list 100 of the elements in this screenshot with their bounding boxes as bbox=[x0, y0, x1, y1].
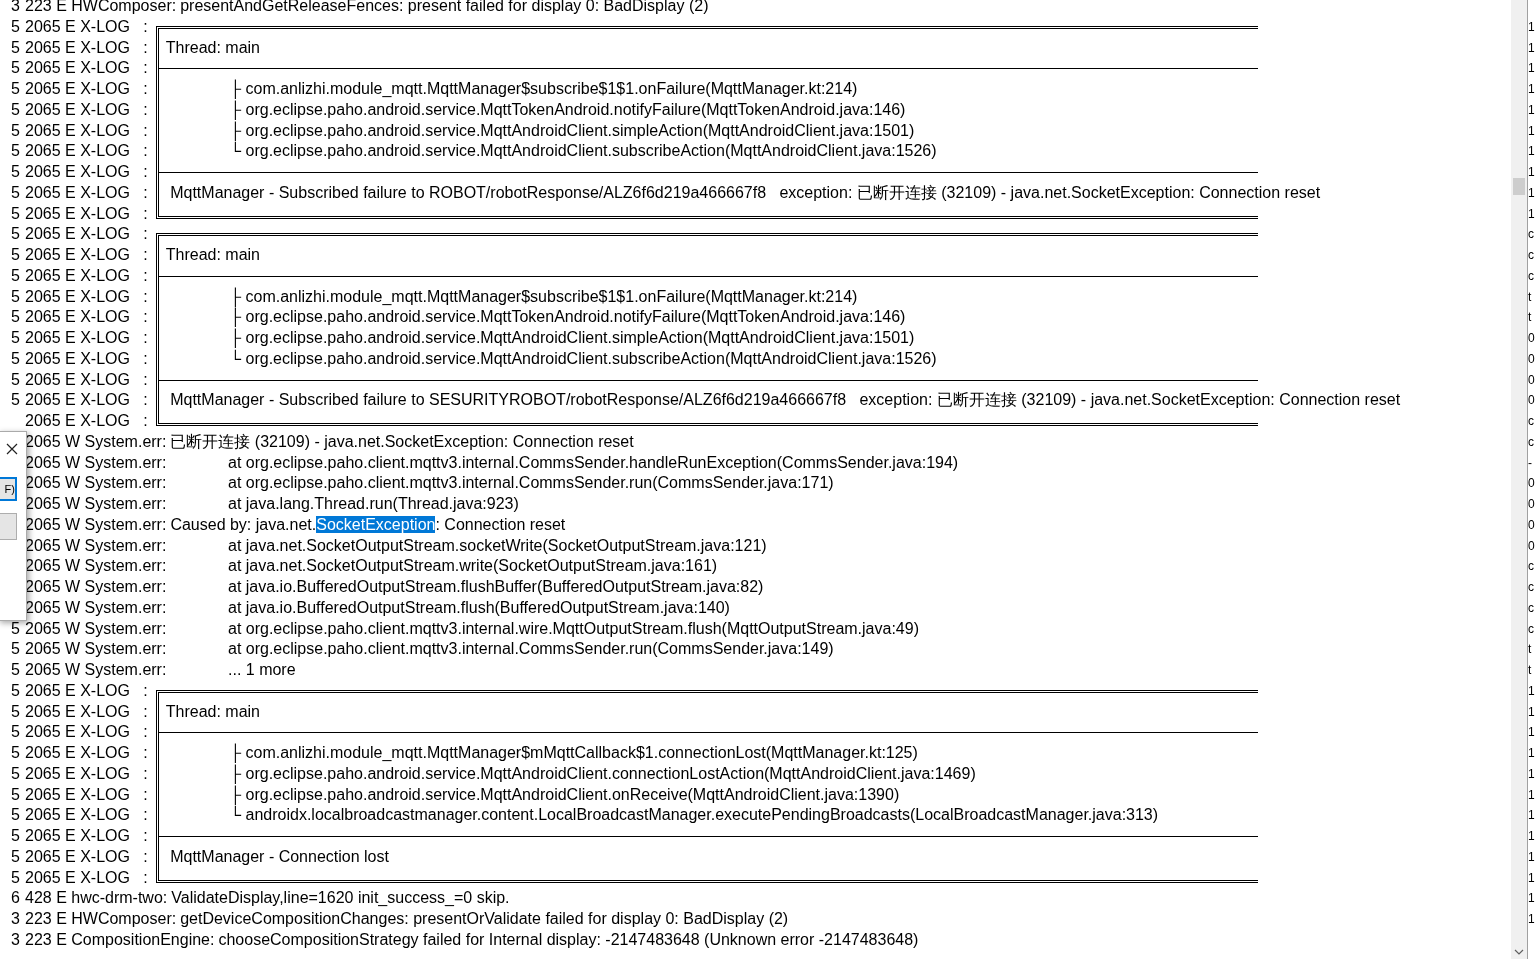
dialog-button[interactable]: F) bbox=[0, 477, 17, 501]
log-message: at org.eclipse.paho.client.mqttv3.internal.CommsSender.run(CommsSender.java:149) bbox=[228, 639, 834, 660]
log-text-fragment: 0 bbox=[1528, 393, 1535, 408]
dialog-button[interactable] bbox=[0, 513, 17, 540]
log-header: 2065 E X-LOG : bbox=[25, 286, 148, 307]
log-text-fragment: 0 bbox=[1528, 372, 1535, 387]
log-message: ├ org.eclipse.paho.android.service.MqttAndroidClient.onReceive(MqttAndroidClient.java:1390) bbox=[229, 784, 900, 806]
log-text-fragment: 1 bbox=[1528, 19, 1535, 34]
log-message: at java.net.SocketOutputStream.socketWrite(SocketOutputStream.java:121) bbox=[228, 535, 767, 556]
log-header: 2065 E X-LOG : bbox=[25, 182, 148, 203]
scrollbar-thumb[interactable] bbox=[1513, 178, 1525, 195]
log-prefix: 5 bbox=[10, 141, 20, 162]
log-message: ├ org.eclipse.paho.android.service.MqttAndroidClient.connectionLostAction(MqttAndroidClient.java:1469) bbox=[229, 763, 976, 784]
log-header: 2065 E X-LOG : bbox=[25, 307, 148, 328]
log-header: 223 E HWComposer: bbox=[25, 0, 177, 16]
log-prefix: 5 bbox=[10, 16, 20, 37]
log-header: 2065 E X-LOG : bbox=[25, 348, 148, 369]
log-header: 2065 W System.err: bbox=[25, 494, 168, 514]
scroll-down-icon[interactable] bbox=[1514, 949, 1524, 955]
log-prefix: 5 bbox=[10, 784, 20, 805]
log-message: MqttManager - Subscribed failure to SESURITYROBOT/robotResponse/ALZ6f6d219a466667f8 exception: 已断开连接 (32109) - java.net.SocketException: Connection reset bbox=[169, 390, 1401, 411]
log-prefix: 5 bbox=[10, 867, 20, 888]
log-text-fragment: 1 bbox=[1528, 870, 1535, 885]
log-prefix: 3 bbox=[10, 909, 20, 929]
log-header: 2065 W System.err: bbox=[25, 556, 168, 577]
log-header: 2065 W System.err: bbox=[25, 577, 168, 597]
log-prefix: 6 bbox=[10, 888, 20, 909]
log-prefix: 5 bbox=[10, 639, 20, 660]
log-header: 2065 W System.err: bbox=[25, 452, 168, 473]
log-header: 2065 W System.err: bbox=[25, 639, 168, 660]
close-icon[interactable] bbox=[6, 443, 18, 455]
log-text-fragment: c bbox=[1528, 268, 1534, 283]
log-header: 2065 E X-LOG : bbox=[25, 369, 148, 390]
log-text-fragment: - bbox=[1528, 455, 1532, 470]
log-message: Thread: main bbox=[165, 701, 260, 722]
log-message: at java.lang.Thread.run(Thread.java:923) bbox=[228, 494, 519, 514]
log-text-fragment: c bbox=[1528, 580, 1534, 594]
log-message: ├ com.anlizhi.module_mqtt.MqttManager$subscribe$1$1.onFailure(MqttManager.kt:214) bbox=[229, 286, 858, 308]
log-text-fragment: c bbox=[1528, 227, 1534, 242]
log-prefix: 5 bbox=[10, 182, 20, 203]
log-text-fragment: 1 bbox=[1528, 102, 1535, 117]
log-message: Caused by: java.net.SocketException: Connection reset bbox=[170, 514, 566, 535]
log-header: 2065 E X-LOG : bbox=[25, 701, 148, 722]
log-header: 2065 W System.err: bbox=[25, 431, 167, 452]
log-text-fragment: 1 bbox=[1528, 61, 1535, 76]
log-prefix: 3 bbox=[10, 929, 20, 950]
log-text-fragment: 0 bbox=[1528, 517, 1535, 532]
log-message: 已断开连接 (32109) - java.net.SocketException: Connection reset bbox=[170, 431, 634, 452]
log-prefix: 5 bbox=[10, 826, 20, 846]
log-message: at java.io.BufferedOutputStream.flushBuffer(BufferedOutputStream.java:82) bbox=[228, 577, 764, 597]
log-prefix: 5 bbox=[10, 348, 20, 369]
log-header: 2065 E X-LOG : bbox=[25, 722, 148, 743]
log-prefix: 5 bbox=[10, 390, 20, 411]
log-text-fragment: 1 bbox=[1528, 704, 1535, 719]
log-prefix: 5 bbox=[10, 369, 20, 390]
log-message: at java.net.SocketOutputStream.write(SocketOutputStream.java:161) bbox=[228, 556, 718, 577]
log-text-fragment: 1 bbox=[1528, 144, 1535, 159]
log-text-fragment: 0 bbox=[1528, 351, 1535, 366]
log-text-fragment: 1 bbox=[1528, 849, 1535, 864]
log-text-fragment: 0 bbox=[1528, 331, 1535, 345]
log-prefix: 5 bbox=[10, 328, 20, 348]
log-text-fragment: 1 bbox=[1528, 912, 1535, 926]
log-prefix: 5 bbox=[10, 265, 20, 286]
log-prefix: 5 bbox=[10, 701, 20, 722]
log-prefix: 5 bbox=[10, 37, 20, 58]
log-header: 2065 W System.err: bbox=[25, 660, 168, 680]
log-message: Thread: main bbox=[165, 245, 260, 265]
log-text-fragment: 0 bbox=[1528, 476, 1535, 491]
log-header: 2065 W System.err: bbox=[25, 514, 167, 535]
log-header: 2065 E X-LOG : bbox=[25, 99, 148, 120]
log-header: 2065 E X-LOG : bbox=[25, 58, 148, 79]
log-header: 2065 E X-LOG : bbox=[25, 743, 148, 763]
log-text-fragment: 1 bbox=[1528, 165, 1535, 179]
log-message: ... 1 more bbox=[228, 660, 296, 680]
log-text-fragment: 1 bbox=[1528, 206, 1535, 221]
scrollbar[interactable] bbox=[1511, 0, 1527, 959]
log-header: 2065 E X-LOG : bbox=[25, 79, 148, 99]
log-message: └ org.eclipse.paho.android.service.MqttAndroidClient.subscribeAction(MqttAndroidClient.java:1526) bbox=[229, 348, 937, 369]
log-header: 2065 W System.err: bbox=[25, 535, 168, 556]
log-text-fragment: 1 bbox=[1528, 185, 1535, 200]
log-header: 2065 E X-LOG : bbox=[25, 411, 148, 431]
log-text-fragment: 1 bbox=[1528, 123, 1535, 138]
log-header: 2065 E X-LOG : bbox=[25, 390, 148, 411]
log-header: 2065 E X-LOG : bbox=[25, 328, 148, 348]
log-text-fragment: 1 bbox=[1528, 82, 1535, 96]
log-prefix: 5 bbox=[10, 224, 20, 245]
log-prefix: 5 bbox=[10, 120, 20, 141]
log-message: Thread: main bbox=[165, 37, 260, 58]
log-header: 2065 E X-LOG : bbox=[25, 826, 148, 846]
log-message: └ org.eclipse.paho.android.service.MqttAndroidClient.subscribeAction(MqttAndroidClient.java:1526) bbox=[229, 141, 937, 162]
log-header: 2065 E X-LOG : bbox=[25, 245, 148, 265]
log-message: ValidateDisplay,line=1620 init_success_=0 skip. bbox=[171, 888, 510, 909]
log-message: ├ org.eclipse.paho.android.service.MqttTokenAndroid.notifyFailure(MqttTokenAndroid.java:146) bbox=[229, 307, 906, 328]
log-text-fragment: c bbox=[1528, 600, 1534, 615]
log-text-fragment: t bbox=[1528, 289, 1532, 304]
log-prefix: 5 bbox=[10, 58, 20, 79]
log-text-fragment: c bbox=[1528, 434, 1534, 449]
log-prefix: 5 bbox=[10, 680, 20, 701]
log-message: at org.eclipse.paho.client.mqttv3.internal.wire.MqttOutputStream.flush(MqttOutputStream.java:49) bbox=[228, 618, 919, 639]
log-prefix: 5 bbox=[10, 307, 20, 328]
